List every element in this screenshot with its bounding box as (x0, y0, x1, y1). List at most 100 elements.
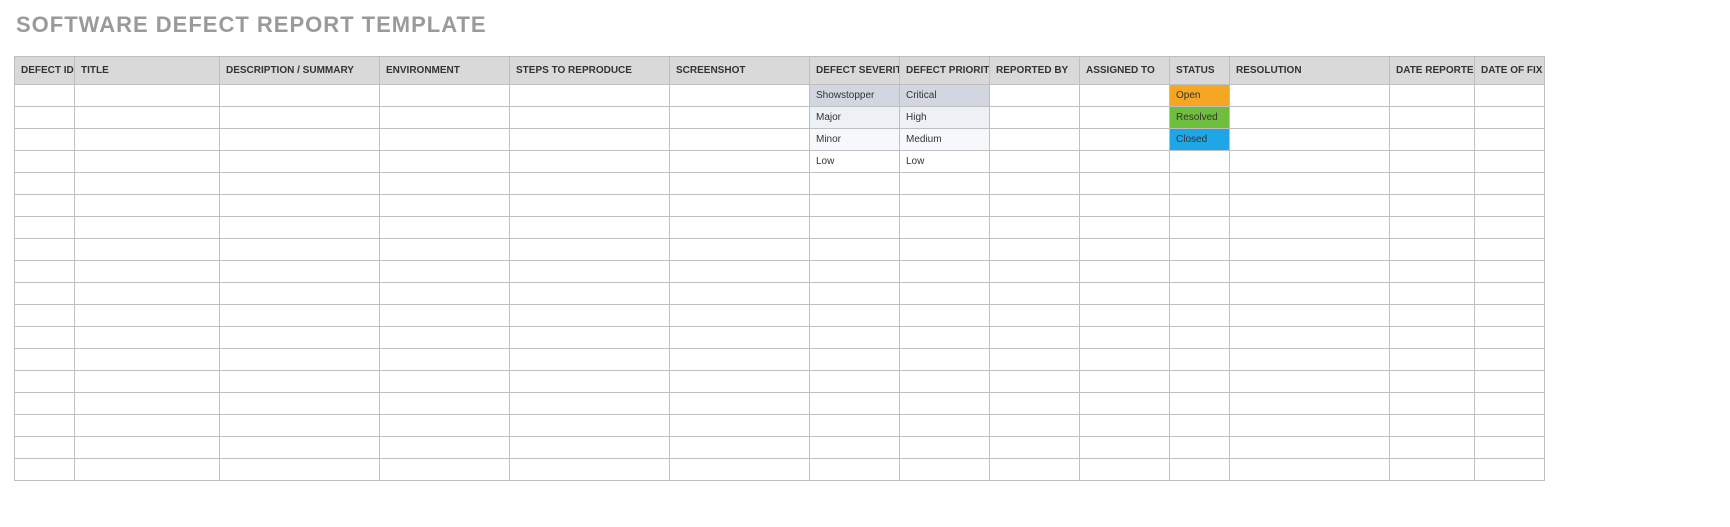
cell-assigned_to[interactable] (1080, 283, 1170, 305)
cell-reported_by[interactable] (990, 129, 1080, 151)
cell-title[interactable] (75, 107, 220, 129)
cell-assigned_to[interactable] (1080, 85, 1170, 107)
cell-resolution[interactable] (1230, 217, 1390, 239)
cell-date_of_fix[interactable] (1475, 327, 1545, 349)
cell-severity[interactable] (810, 239, 900, 261)
cell-assigned_to[interactable] (1080, 261, 1170, 283)
cell-description[interactable] (220, 173, 380, 195)
cell-description[interactable] (220, 371, 380, 393)
cell-defect_id[interactable] (15, 371, 75, 393)
cell-status[interactable] (1170, 305, 1230, 327)
cell-environment[interactable] (380, 151, 510, 173)
cell-date_of_fix[interactable] (1475, 459, 1545, 481)
cell-date_reported[interactable] (1390, 151, 1475, 173)
cell-screenshot[interactable] (670, 459, 810, 481)
cell-date_reported[interactable] (1390, 415, 1475, 437)
cell-title[interactable] (75, 85, 220, 107)
cell-priority[interactable] (900, 349, 990, 371)
cell-assigned_to[interactable] (1080, 349, 1170, 371)
cell-assigned_to[interactable] (1080, 173, 1170, 195)
cell-description[interactable] (220, 305, 380, 327)
cell-severity[interactable]: Minor (810, 129, 900, 151)
cell-description[interactable] (220, 217, 380, 239)
cell-priority[interactable] (900, 327, 990, 349)
cell-assigned_to[interactable] (1080, 195, 1170, 217)
cell-defect_id[interactable] (15, 217, 75, 239)
cell-description[interactable] (220, 349, 380, 371)
cell-assigned_to[interactable] (1080, 239, 1170, 261)
cell-description[interactable] (220, 415, 380, 437)
cell-defect_id[interactable] (15, 305, 75, 327)
cell-description[interactable] (220, 85, 380, 107)
cell-screenshot[interactable] (670, 85, 810, 107)
cell-priority[interactable] (900, 415, 990, 437)
cell-date_reported[interactable] (1390, 217, 1475, 239)
cell-screenshot[interactable] (670, 151, 810, 173)
cell-reported_by[interactable] (990, 239, 1080, 261)
cell-severity[interactable] (810, 349, 900, 371)
cell-screenshot[interactable] (670, 195, 810, 217)
cell-steps[interactable] (510, 261, 670, 283)
cell-environment[interactable] (380, 85, 510, 107)
cell-resolution[interactable] (1230, 107, 1390, 129)
cell-reported_by[interactable] (990, 195, 1080, 217)
cell-date_reported[interactable] (1390, 349, 1475, 371)
cell-steps[interactable] (510, 349, 670, 371)
cell-status[interactable] (1170, 327, 1230, 349)
cell-screenshot[interactable] (670, 261, 810, 283)
cell-screenshot[interactable] (670, 283, 810, 305)
cell-date_reported[interactable] (1390, 393, 1475, 415)
cell-screenshot[interactable] (670, 217, 810, 239)
cell-title[interactable] (75, 415, 220, 437)
cell-date_of_fix[interactable] (1475, 107, 1545, 129)
cell-severity[interactable] (810, 305, 900, 327)
cell-status[interactable] (1170, 393, 1230, 415)
cell-date_reported[interactable] (1390, 173, 1475, 195)
cell-date_reported[interactable] (1390, 327, 1475, 349)
cell-title[interactable] (75, 261, 220, 283)
cell-steps[interactable] (510, 85, 670, 107)
cell-reported_by[interactable] (990, 217, 1080, 239)
cell-screenshot[interactable] (670, 327, 810, 349)
cell-status[interactable] (1170, 217, 1230, 239)
cell-priority[interactable] (900, 393, 990, 415)
cell-date_of_fix[interactable] (1475, 393, 1545, 415)
cell-status[interactable] (1170, 283, 1230, 305)
cell-screenshot[interactable] (670, 173, 810, 195)
cell-severity[interactable] (810, 437, 900, 459)
cell-severity[interactable] (810, 173, 900, 195)
cell-severity[interactable]: Major (810, 107, 900, 129)
cell-date_reported[interactable] (1390, 239, 1475, 261)
cell-date_of_fix[interactable] (1475, 371, 1545, 393)
cell-reported_by[interactable] (990, 459, 1080, 481)
cell-description[interactable] (220, 195, 380, 217)
cell-status[interactable]: Resolved (1170, 107, 1230, 129)
cell-reported_by[interactable] (990, 173, 1080, 195)
cell-date_reported[interactable] (1390, 305, 1475, 327)
cell-assigned_to[interactable] (1080, 371, 1170, 393)
cell-environment[interactable] (380, 217, 510, 239)
cell-date_of_fix[interactable] (1475, 437, 1545, 459)
cell-environment[interactable] (380, 393, 510, 415)
cell-severity[interactable] (810, 327, 900, 349)
cell-steps[interactable] (510, 437, 670, 459)
cell-resolution[interactable] (1230, 349, 1390, 371)
cell-reported_by[interactable] (990, 107, 1080, 129)
cell-environment[interactable] (380, 129, 510, 151)
cell-date_reported[interactable] (1390, 371, 1475, 393)
cell-resolution[interactable] (1230, 283, 1390, 305)
cell-priority[interactable]: Critical (900, 85, 990, 107)
cell-priority[interactable] (900, 437, 990, 459)
cell-title[interactable] (75, 173, 220, 195)
cell-date_of_fix[interactable] (1475, 283, 1545, 305)
cell-title[interactable] (75, 393, 220, 415)
cell-date_reported[interactable] (1390, 129, 1475, 151)
cell-date_of_fix[interactable] (1475, 239, 1545, 261)
cell-title[interactable] (75, 129, 220, 151)
cell-assigned_to[interactable] (1080, 107, 1170, 129)
cell-date_of_fix[interactable] (1475, 305, 1545, 327)
cell-title[interactable] (75, 283, 220, 305)
cell-steps[interactable] (510, 129, 670, 151)
cell-severity[interactable] (810, 217, 900, 239)
cell-environment[interactable] (380, 239, 510, 261)
